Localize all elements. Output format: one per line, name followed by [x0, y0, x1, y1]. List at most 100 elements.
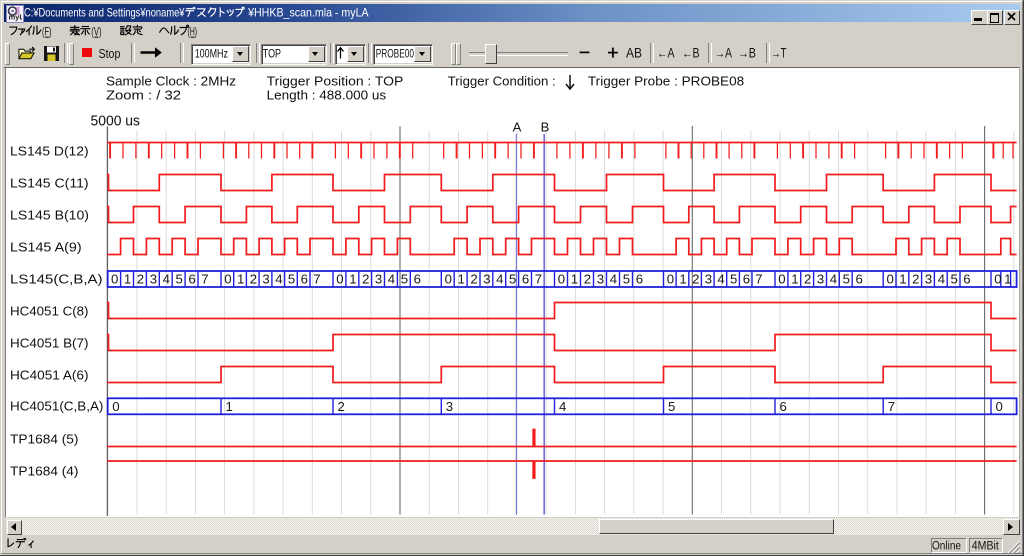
- svg-text:5: 5: [176, 272, 183, 287]
- svg-text:3: 3: [483, 272, 490, 287]
- svg-text:AB: AB: [626, 46, 642, 61]
- svg-text:HC4051 B(7): HC4051 B(7): [10, 336, 89, 351]
- svg-text:2: 2: [470, 272, 477, 287]
- svg-text:LS145 B(10): LS145 B(10): [10, 208, 89, 223]
- svg-text:6: 6: [636, 272, 643, 287]
- svg-text:3: 3: [705, 272, 712, 287]
- svg-text:→A: →A: [715, 46, 733, 61]
- svg-text:5: 5: [401, 272, 408, 287]
- svg-text:5000 us: 5000 us: [91, 113, 141, 129]
- svg-text:7: 7: [313, 272, 320, 287]
- svg-text:7: 7: [535, 272, 542, 287]
- svg-text:3: 3: [446, 399, 453, 414]
- svg-text:1: 1: [899, 272, 906, 287]
- svg-text:1: 1: [571, 272, 578, 287]
- svg-text:←B: ←B: [682, 46, 700, 61]
- svg-text:6: 6: [414, 272, 421, 287]
- svg-text:0: 0: [336, 272, 343, 287]
- svg-text:5: 5: [951, 272, 958, 287]
- svg-text:0: 0: [994, 272, 1001, 287]
- svg-text:(V): (V): [91, 24, 101, 38]
- svg-text:4: 4: [717, 272, 724, 287]
- svg-text:3: 3: [375, 272, 382, 287]
- svg-text:5: 5: [843, 272, 850, 287]
- svg-text:(F): (F): [42, 24, 52, 38]
- svg-text:→B: →B: [738, 46, 756, 61]
- svg-text:Stop: Stop: [99, 46, 121, 61]
- svg-text:6: 6: [301, 272, 308, 287]
- svg-text:1: 1: [1004, 272, 1011, 287]
- svg-text:HC4051 C(8): HC4051 C(8): [10, 304, 89, 319]
- svg-text:LS145 C(11): LS145 C(11): [10, 176, 89, 191]
- svg-text:2: 2: [584, 272, 591, 287]
- svg-text:0: 0: [445, 272, 452, 287]
- svg-text:0: 0: [111, 272, 118, 287]
- svg-text:PROBE00: PROBE00: [376, 46, 415, 60]
- svg-text:1: 1: [791, 272, 798, 287]
- svg-text:Online: Online: [932, 541, 961, 553]
- svg-text:LS145 D(12): LS145 D(12): [10, 144, 89, 159]
- svg-text:4: 4: [830, 272, 837, 287]
- svg-text:Trigger Position : TOP: Trigger Position : TOP: [267, 74, 404, 88]
- svg-text:3: 3: [262, 272, 269, 287]
- svg-text:1: 1: [237, 272, 244, 287]
- svg-text:2: 2: [362, 272, 369, 287]
- svg-text:0: 0: [667, 272, 674, 287]
- svg-text:5: 5: [668, 399, 675, 414]
- svg-text:1: 1: [226, 399, 233, 414]
- svg-text:2: 2: [804, 272, 811, 287]
- svg-text:3: 3: [150, 272, 157, 287]
- svg-text:TP1684 (4): TP1684 (4): [10, 463, 79, 478]
- svg-text:0: 0: [778, 272, 785, 287]
- svg-text:6: 6: [522, 272, 529, 287]
- svg-text:1: 1: [679, 272, 686, 287]
- svg-text:HC4051 A(6): HC4051 A(6): [10, 368, 89, 383]
- svg-text:7: 7: [888, 399, 895, 414]
- svg-text:6: 6: [188, 272, 195, 287]
- svg-text:Sample Clock : 2MHz: Sample Clock : 2MHz: [106, 74, 236, 88]
- svg-text:0: 0: [558, 272, 565, 287]
- svg-text:C:¥Documents and Settings¥nona: C:¥Documents and Settings¥noname¥: [24, 5, 185, 19]
- svg-text:1: 1: [124, 272, 131, 287]
- svg-text:5: 5: [730, 272, 737, 287]
- svg-text:6: 6: [743, 272, 750, 287]
- svg-text:100MHz: 100MHz: [195, 46, 228, 60]
- svg-text:4: 4: [496, 272, 503, 287]
- svg-text:2: 2: [692, 272, 699, 287]
- svg-text:0: 0: [224, 272, 231, 287]
- svg-text:Trigger Probe : PROBE08: Trigger Probe : PROBE08: [588, 74, 744, 88]
- svg-text:→T: →T: [771, 46, 787, 61]
- svg-text:2: 2: [250, 272, 257, 287]
- svg-text:0: 0: [112, 399, 119, 414]
- svg-text:A: A: [513, 120, 522, 135]
- svg-text:5: 5: [623, 272, 630, 287]
- svg-text:Trigger Condition :: Trigger Condition :: [448, 74, 556, 88]
- svg-text:1: 1: [349, 272, 356, 287]
- svg-text:2: 2: [137, 272, 144, 287]
- svg-text:4: 4: [559, 399, 566, 414]
- svg-text:6: 6: [963, 272, 970, 287]
- svg-text:6: 6: [856, 272, 863, 287]
- svg-text:2: 2: [338, 399, 345, 414]
- svg-text:4MBit: 4MBit: [972, 541, 1000, 553]
- svg-text:4: 4: [610, 272, 617, 287]
- svg-text:7: 7: [755, 272, 762, 287]
- svg-text:TOP: TOP: [263, 46, 281, 60]
- svg-text:5: 5: [288, 272, 295, 287]
- svg-text:7: 7: [201, 272, 208, 287]
- svg-text:6: 6: [780, 399, 787, 414]
- svg-text:(H): (H): [188, 24, 198, 38]
- svg-text:TP1684 (5): TP1684 (5): [10, 432, 79, 447]
- svg-text:LS145(C,B,A): LS145(C,B,A): [10, 271, 103, 286]
- svg-text:HC4051(C,B,A): HC4051(C,B,A): [10, 399, 103, 414]
- svg-text:2: 2: [912, 272, 919, 287]
- svg-text:4: 4: [163, 272, 170, 287]
- svg-text:3: 3: [817, 272, 824, 287]
- svg-text:3: 3: [925, 272, 932, 287]
- svg-text:0: 0: [996, 399, 1003, 414]
- svg-text:3: 3: [597, 272, 604, 287]
- svg-text:B: B: [541, 120, 550, 135]
- svg-text:0: 0: [887, 272, 894, 287]
- svg-text:1: 1: [458, 272, 465, 287]
- svg-text:4: 4: [938, 272, 945, 287]
